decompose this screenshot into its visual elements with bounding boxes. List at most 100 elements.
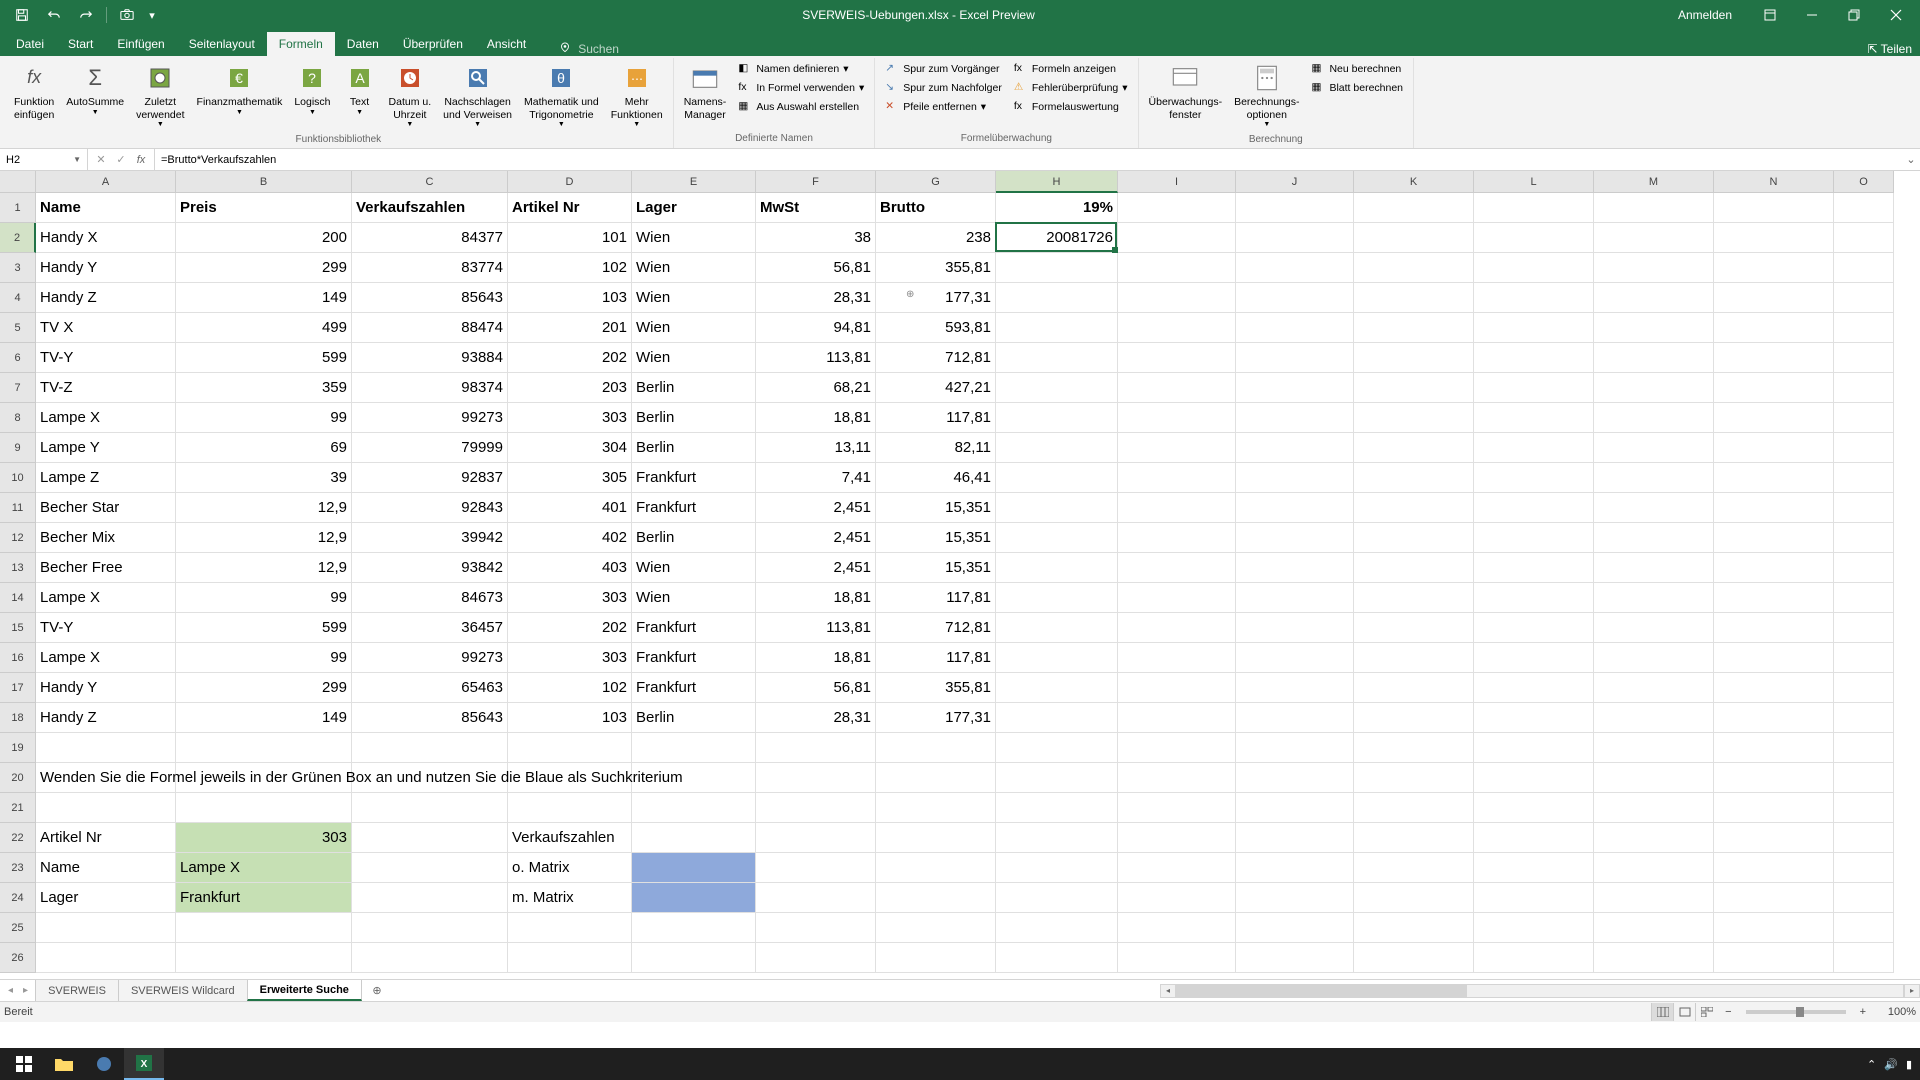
cell[interactable] [1118,523,1236,553]
cell[interactable] [1834,703,1894,733]
cell[interactable] [756,793,876,823]
cell[interactable] [1236,853,1354,883]
cell[interactable] [1118,883,1236,913]
cell[interactable] [996,313,1118,343]
cell[interactable] [996,673,1118,703]
cell[interactable] [1236,643,1354,673]
cell[interactable] [1834,403,1894,433]
cell[interactable]: 56,81 [756,673,876,703]
cell[interactable]: 85643 [352,283,508,313]
scroll-right-button[interactable]: ▸ [1904,984,1920,998]
undo-button[interactable] [40,3,68,27]
column-header[interactable]: E [632,171,756,193]
cell[interactable]: 402 [508,523,632,553]
error-checking-button[interactable]: ⚠Fehlerüberprüfung ▾ [1010,79,1132,97]
cell[interactable] [508,793,632,823]
cell[interactable] [352,913,508,943]
cell[interactable] [352,853,508,883]
column-header[interactable]: C [352,171,508,193]
cell[interactable] [1714,493,1834,523]
cell[interactable] [1594,553,1714,583]
cell[interactable] [996,433,1118,463]
cell[interactable] [1834,553,1894,583]
minimize-button[interactable] [1792,1,1832,29]
cell[interactable]: Wien [632,553,756,583]
cell[interactable] [1834,883,1894,913]
remove-arrows-button[interactable]: ✕Pfeile entfernen ▾ [881,98,1006,116]
zoom-slider[interactable] [1746,1010,1846,1014]
cell[interactable]: 102 [508,253,632,283]
cell[interactable]: 202 [508,613,632,643]
ribbon-tab-daten[interactable]: Daten [335,32,391,56]
cell[interactable] [36,943,176,973]
cell[interactable]: 2,451 [756,553,876,583]
row-header[interactable]: 6 [0,343,36,373]
cell[interactable] [1474,313,1594,343]
cell[interactable]: 403 [508,553,632,583]
cell[interactable] [1118,223,1236,253]
row-header[interactable]: 8 [0,403,36,433]
cell[interactable] [1714,613,1834,643]
cell[interactable] [1714,883,1834,913]
row-header[interactable]: 24 [0,883,36,913]
cell[interactable] [1118,463,1236,493]
cell[interactable]: 19% [996,193,1118,223]
cell[interactable] [1118,253,1236,283]
cell[interactable] [1474,283,1594,313]
signin-link[interactable]: Anmelden [1678,8,1732,22]
cell[interactable] [1714,553,1834,583]
cell[interactable]: 113,81 [756,343,876,373]
date-time-button[interactable]: Datum u. Uhrzeit▼ [385,60,436,132]
column-header[interactable]: G [876,171,996,193]
page-break-view-button[interactable] [1695,1003,1717,1021]
cell[interactable] [1354,823,1474,853]
tray-network-icon[interactable]: ▮ [1906,1058,1912,1071]
ribbon-tab-datei[interactable]: Datei [4,32,56,56]
cell[interactable] [508,943,632,973]
cell[interactable]: Frankfurt [632,463,756,493]
more-functions-button[interactable]: ⋯Mehr Funktionen▼ [607,60,667,132]
cell[interactable] [1354,583,1474,613]
evaluate-formula-button[interactable]: fxFormelauswertung [1010,98,1132,116]
cell[interactable] [1236,523,1354,553]
zoom-out-button[interactable]: − [1725,1006,1731,1018]
cell[interactable]: 401 [508,493,632,523]
cell[interactable] [1594,373,1714,403]
row-header[interactable]: 19 [0,733,36,763]
cell[interactable] [1354,343,1474,373]
cell[interactable] [352,733,508,763]
cell[interactable] [1834,463,1894,493]
start-button[interactable] [4,1048,44,1080]
cell[interactable] [996,373,1118,403]
cell[interactable]: Frankfurt [632,673,756,703]
cell[interactable]: Wien [632,583,756,613]
cell[interactable] [1474,853,1594,883]
cell[interactable] [1594,613,1714,643]
cell[interactable] [1714,673,1834,703]
cell[interactable] [1714,373,1834,403]
cell[interactable] [36,913,176,943]
cell[interactable] [1354,223,1474,253]
cell[interactable]: 305 [508,463,632,493]
enter-formula-icon[interactable]: ✓ [112,153,130,166]
cell[interactable] [876,883,996,913]
cell[interactable] [1354,493,1474,523]
cell[interactable] [1594,673,1714,703]
cell[interactable] [1834,283,1894,313]
cell[interactable] [1594,823,1714,853]
cell[interactable] [1834,193,1894,223]
cell[interactable] [1354,643,1474,673]
cell[interactable]: 69 [176,433,352,463]
cell[interactable] [1474,523,1594,553]
cell[interactable] [1834,583,1894,613]
row-header[interactable]: 20 [0,763,36,793]
formula-input[interactable]: =Brutto*Verkaufszahlen [155,149,1902,170]
cell[interactable]: o. Matrix [508,853,632,883]
cell[interactable]: 2,451 [756,493,876,523]
cell[interactable]: 28,31 [756,283,876,313]
cell[interactable] [876,733,996,763]
cell[interactable] [1594,583,1714,613]
cell[interactable]: 712,81 [876,343,996,373]
recently-used-button[interactable]: Zuletzt verwendet▼ [132,60,188,132]
row-header[interactable]: 12 [0,523,36,553]
